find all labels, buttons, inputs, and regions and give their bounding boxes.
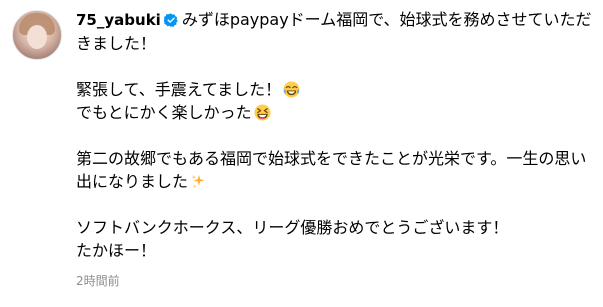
sparkles-emoji-icon <box>191 174 205 189</box>
caption-text: 75_yabuki みずほpaypayドーム福岡で、始球式を務めさせていただきまし… <box>76 8 596 262</box>
instagram-caption-comment: 75_yabuki みずほpaypayドーム福岡で、始球式を務めさせていただきまし… <box>0 0 603 307</box>
caption-paragraph-3: 第二の故郷でもある福岡で始球式をできたことが光栄です。一生の思い出になりました <box>76 149 587 191</box>
verified-badge-icon <box>163 13 178 27</box>
avatar-face <box>27 25 47 49</box>
joy-emoji-icon <box>283 81 300 98</box>
username-link[interactable]: 75_yabuki <box>76 11 161 29</box>
caption-line-fun: でもとにかく楽しかった <box>76 103 252 122</box>
caption-line-congrats: ソフトバンクホークス、リーグ優勝おめでとうございます！ <box>76 218 509 237</box>
caption-content: 75_yabuki みずほpaypayドーム福岡で、始球式を務めさせていただきまし… <box>76 8 596 289</box>
avatar[interactable] <box>12 10 62 60</box>
caption-line-takaho: たかほー！ <box>76 241 157 260</box>
timestamp[interactable]: 2時間前 <box>76 272 596 289</box>
grinning-squinting-emoji-icon <box>254 104 271 121</box>
caption-line-nervous: 緊張して、手震えてました！ <box>76 80 282 99</box>
